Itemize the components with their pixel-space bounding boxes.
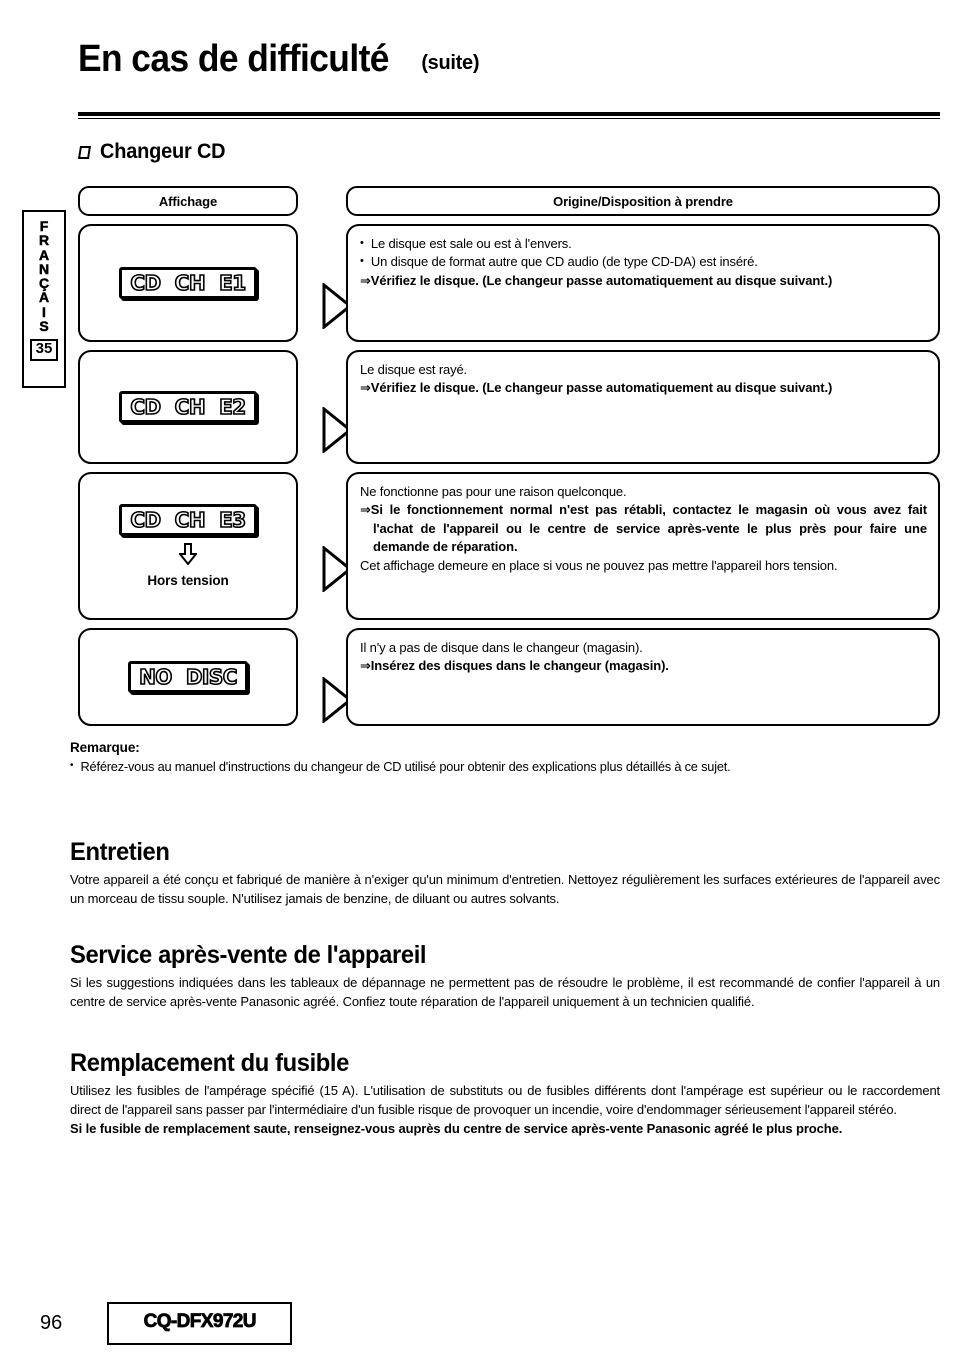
cause-bullet-line: • Un disque de format autre que CD audio … [360, 253, 927, 271]
table-cell-display: CD CH E1 [78, 224, 298, 342]
table-cell-display-note: Hors tension [147, 573, 229, 588]
arrow-right-icon: ⇒ [360, 658, 371, 674]
arrow-right-icon: ⇒ [360, 380, 371, 396]
cause-action-line: ⇒Vérifiez le disque. (Le changeur passe … [360, 272, 833, 288]
lcd-segment: CD [130, 508, 162, 532]
table-cell-cause: Il n'y a pas de disque dans le changeur … [346, 628, 940, 726]
model-box: CQ-DFX972U [107, 1302, 293, 1345]
lcd-display: CD CH E3 [119, 504, 257, 536]
cause-line: Le disque est rayé. [360, 362, 467, 377]
remarque-block: Remarque: • Référez-vous au manuel d'inst… [70, 740, 940, 777]
cause-action-line: ⇒Insérez des disques dans le changeur (m… [360, 658, 669, 674]
square-bullet-icon [77, 145, 92, 159]
lcd-segment: CD [130, 395, 162, 419]
section-paragraph: Utilisez les fusibles de l'ampérage spéc… [70, 1083, 940, 1118]
bullet-icon: • [360, 255, 364, 268]
lcd-segment: CH [174, 395, 207, 419]
table-header-display: Affichage [78, 186, 298, 216]
cause-action-line: ⇒Si le fonctionnement normal n'est pas r… [360, 502, 927, 555]
table-cell-display: NO DISC [78, 628, 298, 726]
remarque-title: Remarque: [70, 740, 140, 755]
content-section: Service après-vente de l'appareil Si les … [70, 941, 940, 1011]
section-paragraph: Votre appareil a été conçu et fabriqué d… [70, 872, 940, 907]
table-cell-display: CD CH E2 [78, 350, 298, 464]
arrow-column [298, 224, 352, 342]
table-cell-cause: Le disque est rayé. ⇒Vérifiez le disque. … [346, 350, 940, 464]
table-row: CD CH E1 • Le disque est sale ou est à l'env… [78, 224, 940, 342]
lcd-segment: E1 [218, 271, 247, 295]
section-heading-changeur-cd: Changeur CD [77, 140, 232, 164]
arrow-column [298, 472, 352, 620]
section-title: Service après-vente de l'appareil [70, 941, 427, 969]
title-divider [78, 112, 940, 119]
lcd-segment: DISC [185, 665, 238, 689]
arrow-column [298, 350, 352, 464]
cause-line: Cet affichage demeure en place si vous n… [360, 557, 838, 573]
section-title: Remplacement du fusible [70, 1049, 349, 1077]
page-title-main: En cas de difficulté [78, 38, 389, 80]
language-tab-letters: FRANÇAIS [38, 218, 50, 334]
table-row: CD CH E2 Le disque est rayé. ⇒Vérifiez le di… [78, 350, 940, 464]
cause-bullet-line: • Le disque est sale ou est à l'envers. [360, 235, 927, 253]
page-title-suffix: (suite) [421, 52, 480, 74]
table-cell-cause: • Le disque est sale ou est à l'envers. • U… [346, 224, 940, 342]
cause-line-text: Un disque de format autre que CD audio (… [370, 254, 758, 270]
remarque-item-text: Référez-vous au manuel d'instructions du… [80, 759, 731, 774]
down-arrow-icon [177, 543, 199, 570]
lcd-display: NO DISC [128, 661, 248, 693]
lcd-segment: E3 [218, 508, 247, 532]
table-header-row: Affichage Origine/Disposition à prendre [78, 186, 940, 216]
table-row: NO DISC Il n'y a pas de disque dans le cha… [78, 628, 940, 726]
cause-line: Il n'y a pas de disque dans le changeur … [360, 640, 643, 655]
lcd-segment: CD [130, 271, 162, 295]
cause-line: Ne fonctionne pas pour une raison quelco… [360, 484, 627, 499]
footer-page-number: 96 [40, 1312, 63, 1334]
content-section: Entretien Votre appareil a été conçu et f… [70, 838, 940, 908]
section-paragraph: Si le fusible de remplacement saute, ren… [70, 1121, 843, 1137]
lcd-segment: CH [174, 508, 207, 532]
arrow-column [298, 628, 352, 726]
bullet-icon: • [70, 760, 74, 771]
model-name: CQ-DFX972U [143, 1311, 257, 1333]
page-footer: 96 CQ-DFX972U [40, 1302, 293, 1345]
bullet-icon: • [360, 237, 364, 249]
lcd-segment: NO [138, 665, 173, 689]
cause-action-line: ⇒Vérifiez le disque. (Le changeur passe … [360, 380, 833, 396]
lcd-segment: CH [174, 271, 207, 295]
cause-line-text: Le disque est sale ou est à l'envers. [370, 236, 572, 251]
table-cell-cause: Ne fonctionne pas pour une raison quelco… [346, 472, 940, 620]
table-header-cause: Origine/Disposition à prendre [346, 186, 940, 216]
arrow-right-icon: ⇒ [360, 272, 371, 288]
remarque-item: • Référez-vous au manuel d'instructions d… [70, 758, 940, 777]
lcd-display: CD CH E1 [119, 267, 257, 299]
document-page: En cas de difficulté (suite) Changeur CD… [0, 0, 954, 1353]
section-title: Entretien [70, 838, 170, 866]
arrow-right-icon: ⇒ [360, 502, 371, 518]
language-tab-page-label: 35 [29, 339, 59, 361]
lcd-segment: E2 [218, 395, 247, 419]
lcd-display: CD CH E2 [119, 391, 257, 423]
troubleshooting-table: Affichage Origine/Disposition à prendre … [78, 186, 940, 726]
language-tab: FRANÇAIS 35 [22, 210, 66, 388]
page-title: En cas de difficulté (suite) [78, 40, 940, 78]
table-row: CD CH E3 Hors tension Ne fonctionne pas pour… [78, 472, 940, 620]
table-cell-display: CD CH E3 Hors tension [78, 472, 298, 620]
section-heading-label: Changeur CD [100, 140, 226, 163]
section-paragraph: Si les suggestions indiquées dans les ta… [70, 975, 940, 1010]
content-section: Remplacement du fusible Utilisez les fusi… [70, 1049, 940, 1138]
